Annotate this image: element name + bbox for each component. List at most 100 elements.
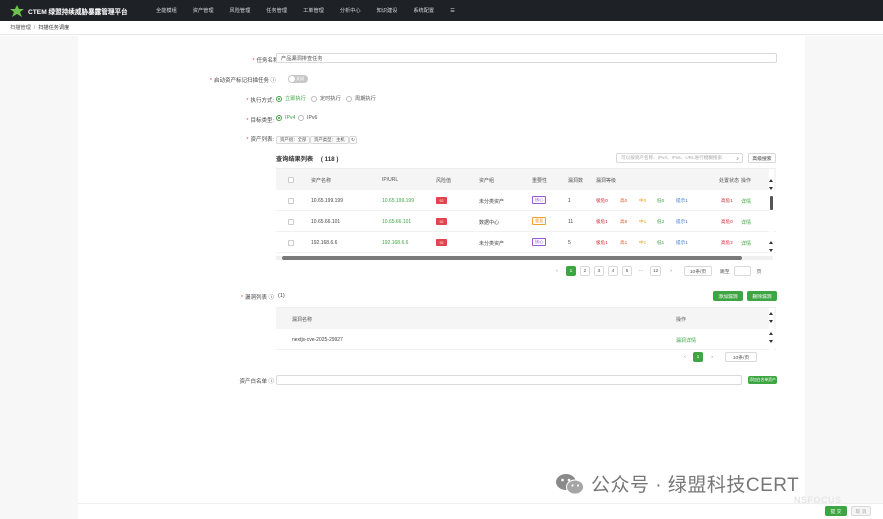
page-button[interactable]: 5 bbox=[622, 266, 632, 276]
vuln-count: 5 bbox=[568, 240, 571, 246]
vuln-next-page-button[interactable]: › bbox=[707, 352, 717, 362]
task-name-input[interactable]: 产品漏洞排查任务 bbox=[276, 53, 777, 63]
asset-name: 192.168.6.6 bbox=[311, 240, 338, 246]
prev-page-button[interactable]: ‹ bbox=[552, 266, 562, 276]
wechat-watermark: 公众号 · 绿盟科技CERT bbox=[555, 470, 799, 497]
col-vuln-level: 漏洞等级 bbox=[596, 178, 617, 184]
nav-item[interactable]: 风险管理 bbox=[230, 7, 251, 14]
vuln-level-count: 提示1 bbox=[676, 198, 688, 203]
nav-item[interactable]: 任务管理 bbox=[266, 7, 287, 14]
nav-item[interactable]: 资产管理 bbox=[193, 7, 214, 14]
vuln-page-1[interactable]: 1 bbox=[693, 352, 703, 362]
vuln-level-count: 高0 bbox=[620, 198, 628, 203]
table-row: 192.168.6.6 192.168.6.6 92 未分类资产 核心 5 极危1 高1 中1 低… bbox=[276, 232, 776, 253]
asset-type-chip[interactable]: 资产类型：主机 bbox=[310, 136, 349, 144]
page-button[interactable]: 4 bbox=[608, 266, 618, 276]
target-ipv4-radio[interactable]: IPv4 bbox=[276, 115, 295, 121]
nsfocus-logo-icon bbox=[10, 4, 24, 17]
top-navbar: CTEM 绿盟持续威胁暴露管理平台 全能模组 资产管理 风险管理 任务管理 工单… bbox=[0, 0, 883, 21]
asset-group: 数据中心 bbox=[479, 220, 500, 226]
row-detail-link[interactable]: 详情 bbox=[741, 240, 751, 247]
vuln-page-size-select[interactable]: 10条/页 bbox=[725, 352, 757, 362]
nav-item[interactable]: 全能模组 bbox=[156, 7, 177, 14]
add-whitelist-button[interactable]: 添加白名单资产 bbox=[748, 376, 777, 384]
asset-search-input[interactable]: 可以按资产名称、IPv4、IPv6、URL进行模糊搜索 ⌕ bbox=[616, 153, 743, 163]
table-row: 10.65.199.199 10.65.199.199 92 未分类资产 核心 1 极危0 高… bbox=[276, 190, 776, 211]
vuln-level-count: 提示1 bbox=[676, 219, 688, 224]
vuln-list-count: (1) bbox=[278, 293, 285, 299]
breadcrumb-parent[interactable]: 扫描管理 bbox=[10, 24, 31, 31]
asset-group: 未分类资产 bbox=[479, 199, 505, 205]
col-disposal: 处置状态 bbox=[719, 178, 740, 184]
whitelist-input[interactable] bbox=[276, 375, 742, 385]
vuln-table: 漏洞名称 操作 nextjs-cve-2025-29927 漏洞详情 bbox=[276, 307, 776, 350]
asset-ip[interactable]: 10.65.66.101 bbox=[382, 219, 411, 225]
row-checkbox[interactable] bbox=[288, 219, 294, 225]
vuln-detail-link[interactable]: 漏洞详情 bbox=[676, 337, 696, 344]
risk-badge: 92 bbox=[436, 218, 447, 225]
page-button[interactable]: 12 bbox=[650, 266, 662, 276]
app-logo[interactable]: CTEM 绿盟持续威胁暴露管理平台 bbox=[10, 4, 150, 17]
auto-tag-toggle[interactable]: 关闭 bbox=[288, 75, 308, 83]
vuln-count: 11 bbox=[568, 219, 574, 225]
vuln-count: 1 bbox=[568, 198, 571, 204]
app-title: CTEM 绿盟持续威胁暴露管理平台 bbox=[28, 8, 128, 16]
right-gutter bbox=[805, 36, 883, 519]
target-ipv6-radio[interactable]: IPv6 bbox=[298, 115, 317, 121]
exec-mode-immediate-radio[interactable]: 立即执行 bbox=[276, 95, 306, 102]
importance-tag: 重要 bbox=[532, 217, 547, 225]
breadcrumb-separator: / bbox=[33, 24, 36, 31]
col-risk: 风险值 bbox=[436, 178, 452, 184]
breadcrumb-current: 扫描任务调度 bbox=[38, 25, 70, 31]
nav-item[interactable]: 知识建设 bbox=[377, 7, 398, 14]
advanced-search-button[interactable]: 高级搜索 bbox=[748, 153, 776, 163]
row-checkbox[interactable] bbox=[288, 198, 294, 204]
nav-item[interactable]: 系统配置 bbox=[413, 7, 434, 14]
table-horizontal-scrollbar[interactable] bbox=[276, 256, 773, 260]
vuln-level-count: 提示1 bbox=[676, 240, 688, 245]
asset-ip[interactable]: 192.168.6.6 bbox=[382, 240, 408, 246]
exec-mode-periodic-radio[interactable]: 周期执行 bbox=[346, 95, 376, 102]
jump-suffix: 页 bbox=[756, 269, 762, 275]
refresh-icon[interactable]: ↻ bbox=[349, 136, 357, 144]
watermark-text: 公众号 · 绿盟科技CERT bbox=[591, 475, 800, 496]
asset-group: 未分类资产 bbox=[479, 241, 505, 247]
vuln-table-scrollbar[interactable] bbox=[769, 308, 774, 350]
row-detail-link[interactable]: 详情 bbox=[741, 219, 751, 226]
page-size-select[interactable]: 10条/页 bbox=[684, 266, 712, 276]
page-button[interactable]: 1 bbox=[566, 266, 576, 276]
importance-tag: 核心 bbox=[532, 196, 547, 204]
search-icon[interactable]: ⌕ bbox=[736, 156, 739, 161]
disposal-status: 高危0 bbox=[721, 219, 733, 224]
vuln-level-count: 中1 bbox=[639, 240, 647, 245]
vuln-level-count: 中1 bbox=[639, 219, 647, 224]
vuln-level-count: 高1 bbox=[620, 240, 628, 245]
select-all-checkbox[interactable] bbox=[288, 177, 294, 183]
table-vertical-scrollbar[interactable] bbox=[769, 169, 774, 257]
page-button[interactable]: ··· bbox=[636, 266, 646, 276]
asset-name: 10.65.199.199 bbox=[311, 198, 343, 204]
table-header: 资产名称 IP/URL 风险值 资产组 重要性 漏洞数 漏洞等级 处置状态 操作 bbox=[276, 169, 776, 190]
hamburger-menu-icon[interactable]: ☰ bbox=[450, 8, 455, 14]
delete-vuln-button[interactable]: 删除漏洞 bbox=[747, 291, 777, 301]
jump-page-input[interactable] bbox=[734, 266, 751, 276]
nav-item[interactable]: 分析中心 bbox=[340, 7, 361, 14]
asset-ip[interactable]: 10.65.199.199 bbox=[382, 198, 414, 204]
row-detail-link[interactable]: 详情 bbox=[741, 198, 751, 205]
whitelist-label: 资产白名单 ⓘ bbox=[239, 379, 274, 385]
exec-mode-label: * 执行方式: bbox=[246, 98, 274, 104]
exec-mode-scheduled-radio[interactable]: 定时执行 bbox=[311, 95, 341, 102]
footer-submit-button[interactable]: 提 交 bbox=[825, 506, 847, 516]
page-button[interactable]: 2 bbox=[580, 266, 590, 276]
next-page-button[interactable]: › bbox=[666, 266, 676, 276]
page-button[interactable]: 3 bbox=[594, 266, 604, 276]
nav-item[interactable]: 工单管理 bbox=[303, 7, 324, 14]
footer-cancel-button[interactable]: 取 消 bbox=[851, 506, 871, 516]
row-checkbox[interactable] bbox=[288, 240, 294, 246]
vuln-level-count: 极危0 bbox=[596, 198, 608, 203]
add-vuln-button[interactable]: 添加漏洞 bbox=[713, 291, 743, 301]
asset-group-chip[interactable]: 资产组：全部 bbox=[276, 136, 311, 144]
disposal-status: 高危2 bbox=[721, 240, 733, 245]
col-importance: 重要性 bbox=[532, 178, 548, 184]
vuln-prev-page-button[interactable]: ‹ bbox=[680, 352, 690, 362]
